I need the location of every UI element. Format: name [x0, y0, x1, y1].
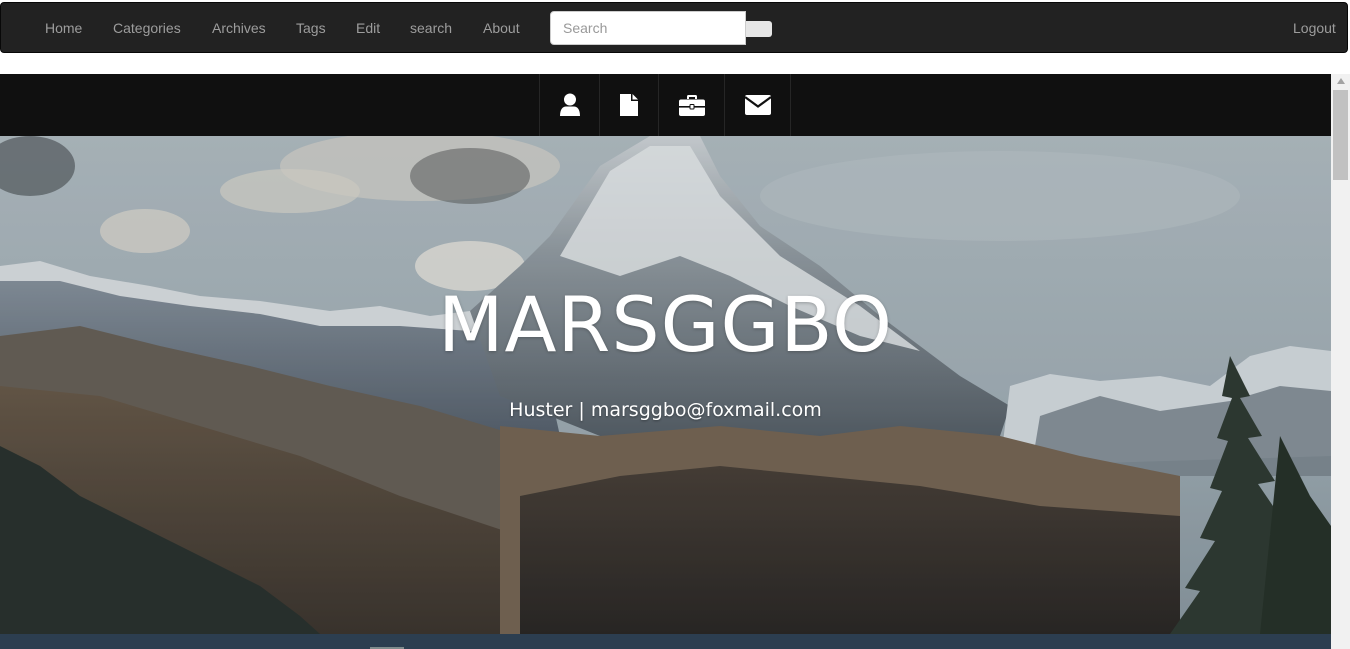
mountain-background-image: [0, 136, 1331, 634]
search-input[interactable]: [550, 11, 746, 45]
nav-link-edit[interactable]: Edit: [356, 3, 380, 54]
nav-link-search[interactable]: search: [410, 3, 452, 54]
page-scrollbar[interactable]: [1331, 74, 1350, 649]
briefcase-icon: [678, 94, 705, 116]
icon-nav-bar: [0, 74, 1331, 136]
section-divider-strip: [0, 634, 1331, 649]
envelope-icon: [744, 95, 771, 115]
logout-link[interactable]: Logout: [1293, 3, 1336, 54]
icon-nav-envelope[interactable]: [724, 74, 791, 136]
icon-nav-file[interactable]: [599, 74, 658, 136]
site-subtitle: Huster | marsggbo@foxmail.com: [509, 399, 822, 421]
nav-link-home[interactable]: Home: [45, 3, 82, 54]
site-title: MARSGGBO: [437, 280, 894, 369]
scroll-up-arrow-icon[interactable]: [1337, 78, 1345, 84]
nav-link-about[interactable]: About: [483, 3, 520, 54]
icon-nav-user[interactable]: [539, 74, 599, 136]
user-icon: [559, 93, 580, 116]
icon-nav-briefcase[interactable]: [658, 74, 724, 136]
hero-banner: MARSGGBO Huster | marsggbo@foxmail.com: [0, 136, 1331, 634]
nav-link-tags[interactable]: Tags: [296, 3, 326, 54]
nav-link-categories[interactable]: Categories: [113, 3, 181, 54]
top-navbar: Home Categories Archives Tags Edit searc…: [0, 2, 1348, 53]
nav-link-archives[interactable]: Archives: [212, 3, 266, 54]
file-icon: [620, 94, 638, 116]
scrollbar-thumb[interactable]: [1333, 90, 1348, 180]
search-button[interactable]: [746, 21, 772, 37]
